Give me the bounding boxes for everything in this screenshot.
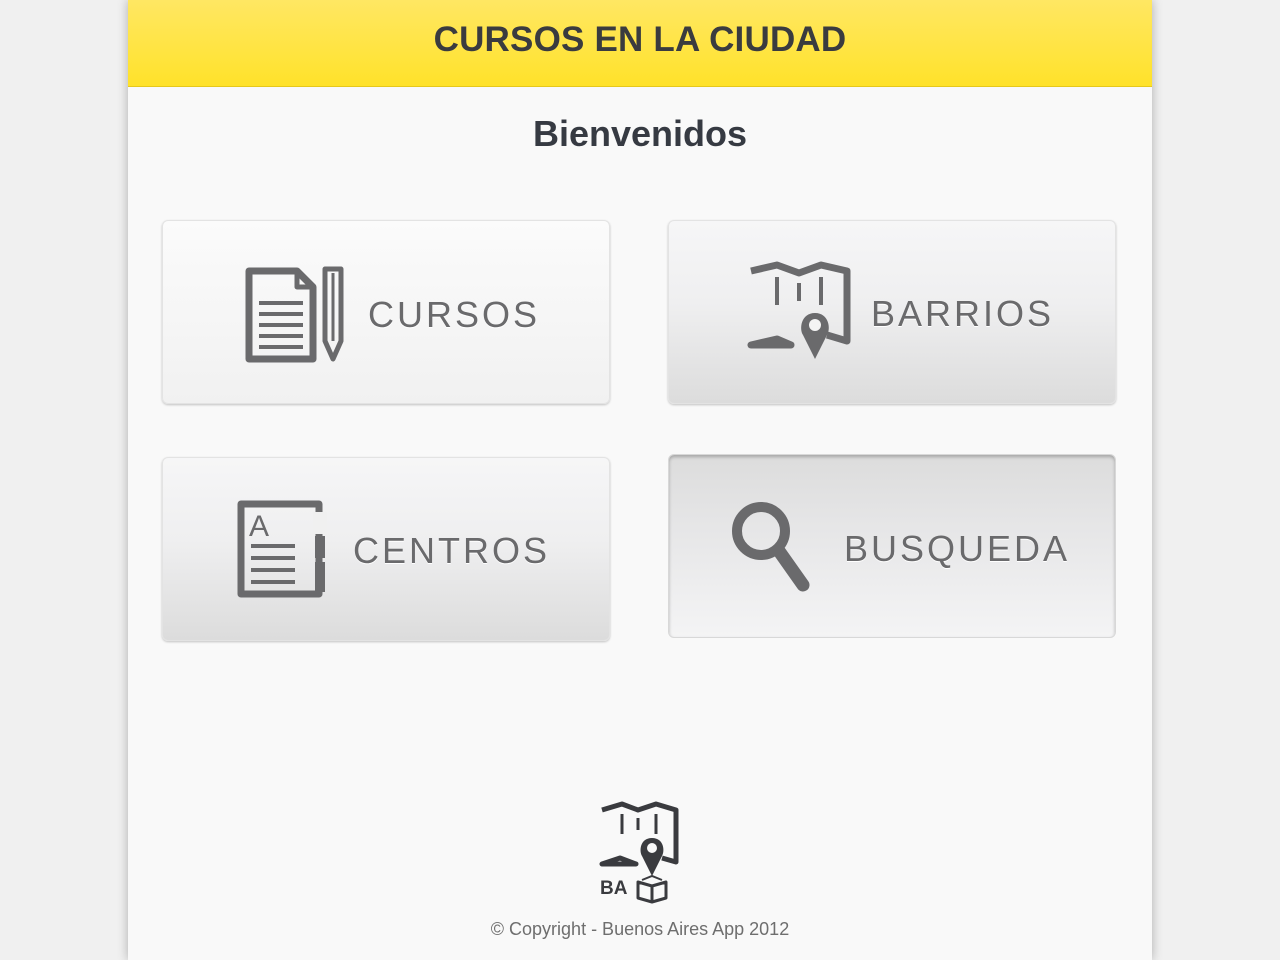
map-pin-icon bbox=[747, 261, 851, 359]
barrios-label: BARRIOS bbox=[871, 293, 1055, 334]
centros-label: CENTROS bbox=[353, 530, 551, 571]
app-title: CURSOS EN LA CIUDAD bbox=[433, 20, 847, 59]
svg-text:A: A bbox=[249, 510, 269, 543]
address-book-icon: A bbox=[237, 500, 327, 598]
cursos-button[interactable]: CURSOS bbox=[162, 220, 610, 404]
ba-logo-text: BA bbox=[600, 878, 628, 899]
ba-map-book-logo: BA bbox=[599, 801, 679, 904]
search-icon bbox=[732, 502, 810, 592]
busqueda-label: BUSQUEDA bbox=[844, 528, 1071, 569]
header-bar: CURSOS EN LA CIUDAD bbox=[128, 0, 1152, 87]
centros-button[interactable]: A CENTROS bbox=[162, 457, 610, 641]
copyright-footer: © Copyright - Buenos Aires App 2012 bbox=[490, 919, 790, 939]
app-window: CURSOS EN LA CIUDAD Bienvenidos CURSOS B… bbox=[128, 0, 1152, 960]
welcome-heading: Bienvenidos bbox=[532, 113, 748, 154]
busqueda-button[interactable]: BUSQUEDA bbox=[668, 454, 1116, 638]
ba-logo: BA bbox=[598, 800, 682, 909]
barrios-button[interactable]: BARRIOS bbox=[668, 220, 1116, 404]
cursos-label: CURSOS bbox=[368, 294, 541, 335]
document-pencil-icon bbox=[245, 266, 344, 363]
